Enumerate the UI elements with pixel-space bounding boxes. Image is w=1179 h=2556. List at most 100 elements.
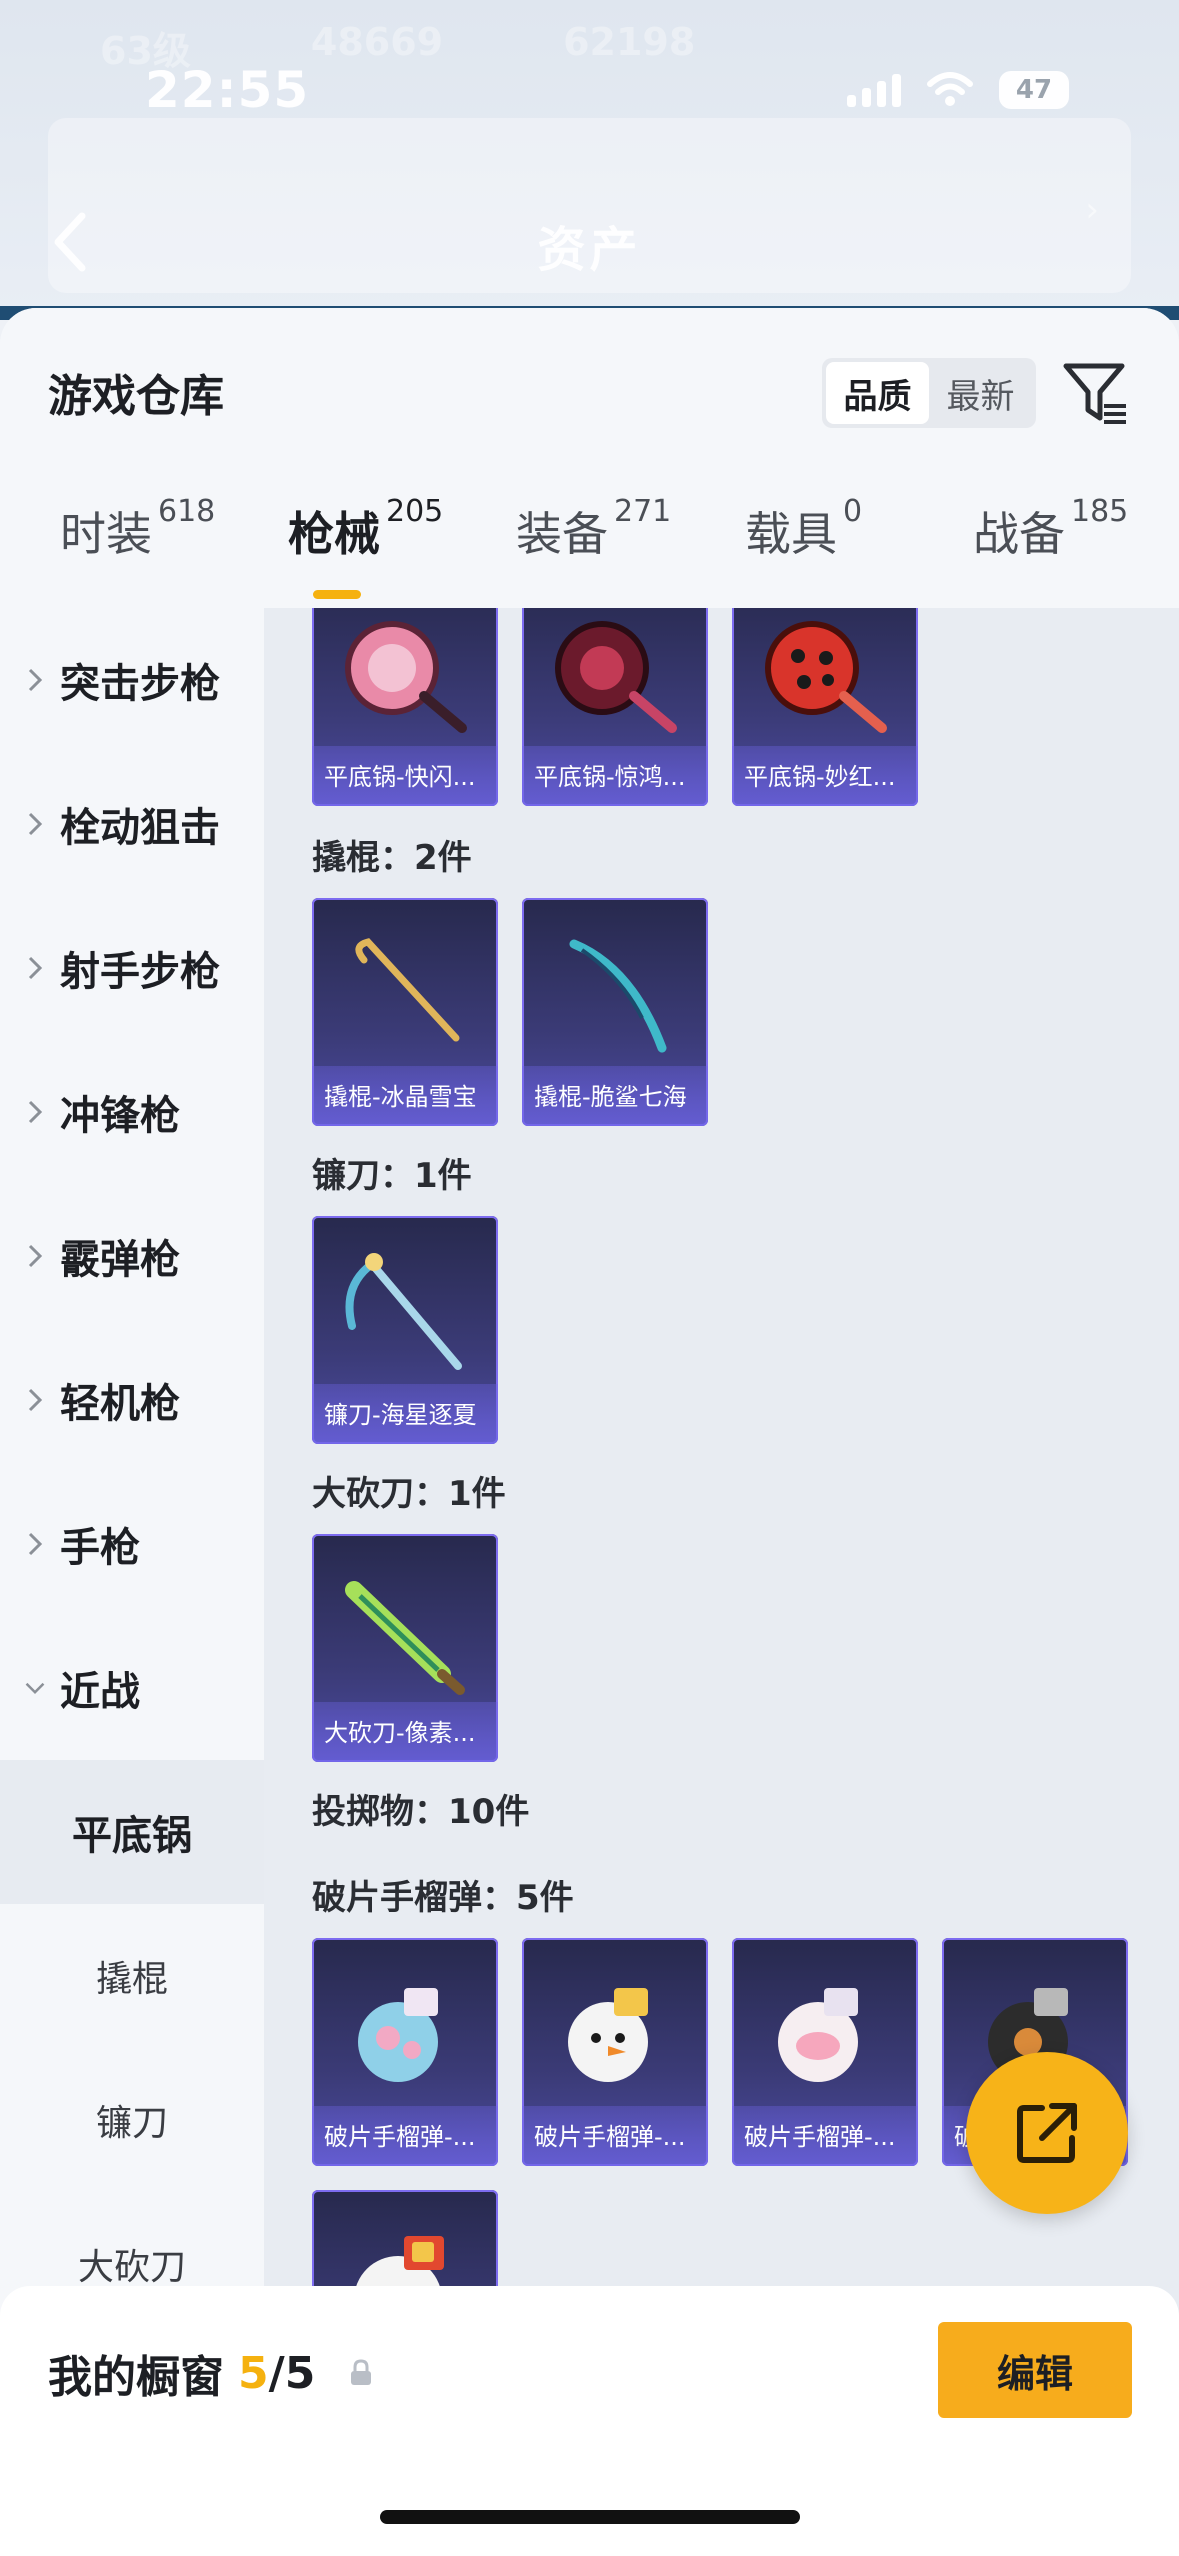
chevron-right-icon [24,1531,46,1557]
group-label-crowbar: 撬棍：2件 [312,838,472,878]
pan-icon [345,621,467,733]
category-label: 突击步枪 [60,661,220,707]
showcase-info: 我的橱窗 5 / 5 [48,2341,375,2405]
edit-button[interactable]: 编辑 [938,2322,1132,2418]
item-card[interactable]: 平底锅-惊鸿... [522,608,708,806]
category-pistol[interactable]: 手枪 [0,1472,264,1616]
background-nav: 资产 [0,200,1179,290]
chevron-right-icon [24,1387,46,1413]
category-label: 近战 [60,1669,140,1715]
tab-label: 战备 [973,507,1065,561]
tab-label: 枪械 [288,507,380,561]
battery-level: 47 [1015,75,1053,105]
tab-label: 载具 [745,507,837,561]
category-assault-rifle[interactable]: 突击步枪 [0,608,264,752]
grenade-icon [778,1988,858,2082]
tab-count: 185 [1071,494,1129,529]
category-melee[interactable]: 近战 [0,1616,264,1760]
group-label-machete: 大砍刀：1件 [312,1474,506,1514]
chevron-right-icon [24,1243,46,1269]
grenade-icon [358,1988,438,2082]
item-card[interactable]: 镰刀-海星逐夏 [312,1216,498,1444]
share-button[interactable] [966,2052,1128,2214]
active-tab-indicator [313,590,361,599]
sort-latest-button[interactable]: 最新 [929,362,1032,424]
item-name: 破片手榴弹-... [324,2123,476,2151]
item-card[interactable]: 大砍刀-像素... [312,1534,498,1762]
status-time: 22:55 [145,61,310,119]
filter-icon[interactable] [1060,358,1132,430]
crowbar-icon [355,938,460,1042]
subcategory-sickle[interactable]: 镰刀 [0,2048,264,2192]
tab-count: 205 [386,494,444,529]
sheet-header: 游戏仓库 品质 最新 时装 618 枪械 205 装备 271 载具 0 战备 … [0,308,1179,608]
sort-quality-button[interactable]: 品质 [826,362,929,424]
item-card[interactable]: 平底锅-快闪... [312,608,498,806]
chevron-down-icon [24,1680,46,1696]
warehouse-sheet: 游戏仓库 品质 最新 时装 618 枪械 205 装备 271 载具 0 战备 … [0,308,1179,2556]
item-name: 平底锅-惊鸿... [534,763,686,791]
item-card[interactable]: 平底锅-妙红... [732,608,918,806]
tab-count: 271 [614,494,672,529]
chevron-right-icon [24,667,46,693]
tab-bar: 时装 618 枪械 205 装备 271 载具 0 战备 185 [0,494,1179,608]
tab-gear[interactable]: 战备 185 [973,494,1128,564]
showcase-separator: / [268,2347,285,2399]
showcase-label: 我的橱窗 [48,2352,224,2403]
item-name: 撬棍-脆鲨七海 [534,1083,687,1111]
category-label: 栓动狙击 [60,805,220,851]
group-label-grenade: 破片手榴弹：5件 [312,1878,574,1918]
status-bar: 22:55 47 [0,0,1179,140]
item-name: 大砍刀-像素... [324,1719,476,1747]
pan-icon [555,621,677,733]
signal-icon [847,73,901,107]
item-name: 破片手榴弹-... [744,2123,896,2151]
item-card[interactable]: 撬棍-冰晶雪宝 [312,898,498,1126]
item-name: 镰刀-海星逐夏 [324,1401,477,1429]
chevron-right-icon [24,955,46,981]
item-card[interactable]: 破片手榴弹-... [312,1938,498,2166]
tab-vehicles[interactable]: 载具 0 [745,494,862,564]
battery-indicator: 47 [999,71,1069,109]
item-name: 平底锅-妙红... [744,763,896,791]
sort-toggle: 品质 最新 [822,358,1036,428]
item-card[interactable]: 撬棍-脆鲨七海 [522,898,708,1126]
share-icon [1017,2103,1077,2163]
sickle-icon [345,1253,462,1370]
group-label-sickle: 镰刀：1件 [312,1156,472,1196]
item-grid: 平底锅-快闪... 平底锅-惊鸿... 平底锅-妙红... 撬棍：2件 撬棍-冰… [264,608,1179,2556]
item-name: 撬棍-冰晶雪宝 [324,1083,477,1111]
category-lmg[interactable]: 轻机枪 [0,1328,264,1472]
category-label: 射手步枪 [60,949,220,995]
tab-firearms[interactable]: 枪械 205 [288,494,443,564]
tab-label: 时装 [60,507,152,561]
pan-icon [765,621,887,733]
tab-fashion[interactable]: 时装 618 [60,494,215,564]
category-shotgun[interactable]: 霰弹枪 [0,1184,264,1328]
category-label: 霰弹枪 [60,1237,180,1283]
tab-equipment[interactable]: 装备 271 [516,494,671,564]
chevron-right-icon [24,1099,46,1125]
category-smg[interactable]: 冲锋枪 [0,1040,264,1184]
item-name: 破片手榴弹-... [534,2123,686,2151]
tab-count: 0 [843,494,863,529]
tab-label: 装备 [516,507,608,561]
showcase-current: 5 [238,2347,269,2399]
subcategory-pan[interactable]: 平底锅 [0,1760,264,1904]
item-card[interactable]: 破片手榴弹-... [732,1938,918,2166]
subcategory-crowbar[interactable]: 撬棍 [0,1904,264,2048]
grenade-icon [568,1988,648,2082]
lock-icon [351,2359,372,2385]
category-label: 手枪 [60,1525,140,1571]
category-sidebar: 突击步枪 栓动狙击 射手步枪 冲锋枪 霰弹枪 轻机枪 手枪 近战 平底锅 撬棍 … [0,608,264,2556]
category-bolt-sniper[interactable]: 栓动狙击 [0,752,264,896]
item-card[interactable]: 破片手榴弹-... [522,1938,708,2166]
item-name: 平底锅-快闪... [324,763,476,791]
machete-icon [345,1581,465,1695]
group-label-throwables: 投掷物：10件 [312,1792,530,1832]
category-marksman-rifle[interactable]: 射手步枪 [0,896,264,1040]
background-title: 资产 [537,222,642,278]
crowbar-icon [569,939,667,1053]
chevron-right-icon [24,811,46,837]
home-indicator [380,2510,800,2524]
